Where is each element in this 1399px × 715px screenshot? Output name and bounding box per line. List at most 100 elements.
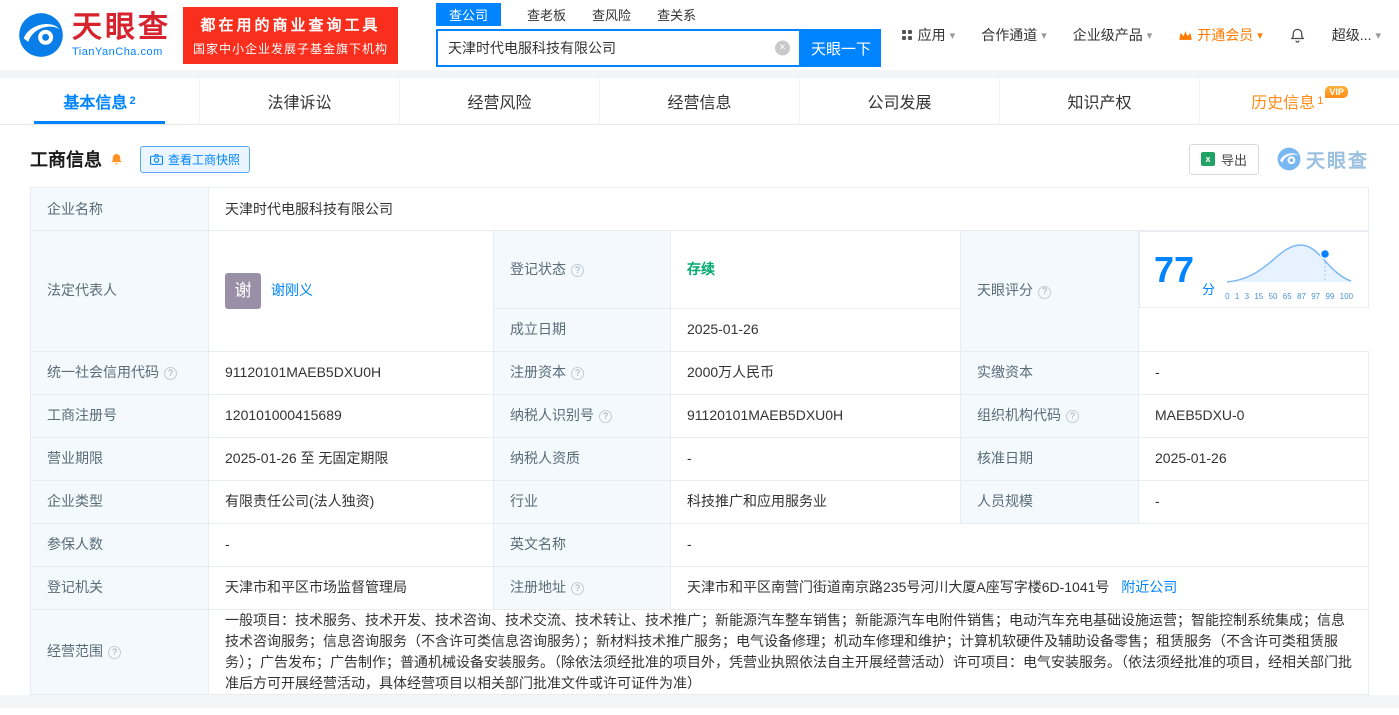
help-icon[interactable]: ? [571, 367, 584, 381]
search-tab-company[interactable]: 查公司 [436, 3, 502, 26]
cell-reg-status-label: 登记状态? [493, 230, 671, 309]
search-input[interactable] [438, 31, 800, 65]
score-axis: 01 3 15 50 65 87 97 99 100 [1225, 292, 1354, 301]
top-header: 天眼查 TianYanCha.com 都在用的商业查询工具 国家中小企业发展子基… [0, 0, 1399, 70]
search-tab-risk[interactable]: 查风险 [592, 5, 631, 24]
tab-intellectual-property[interactable]: 知识产权 [1000, 78, 1200, 124]
cell-reg-number-label: 工商注册号 [30, 393, 209, 438]
tab-label: 历史信息 [1251, 95, 1316, 112]
field-value: 科技推广和应用服务业 [687, 493, 827, 509]
field-label: 注册资本 [510, 364, 566, 380]
snapshot-button[interactable]: 查看工商快照 [140, 145, 251, 173]
cell-reg-capital-label: 注册资本? [493, 350, 671, 395]
field-label: 人员规模 [977, 493, 1033, 509]
cell-org-code-label: 组织机构代码? [960, 393, 1139, 438]
field-value: MAEB5DXU-0 [1155, 407, 1245, 423]
cell-reg-address-value: 天津市和平区南营门街道南京路235号河川大厦A座写字楼6D-1041号 附近公司 [670, 565, 1369, 610]
chevron-down-icon: ▾ [1041, 29, 1047, 42]
help-icon[interactable]: ? [571, 264, 584, 277]
help-icon[interactable]: ? [599, 410, 612, 424]
field-label: 经营范围 [47, 643, 103, 659]
export-button-label: 导出 [1220, 152, 1247, 168]
chevron-down-icon: ▾ [1375, 29, 1381, 42]
search-tab-boss[interactable]: 查老板 [527, 5, 566, 24]
tab-company-development[interactable]: 公司发展 [800, 78, 1000, 124]
watermark-logo-icon [1277, 147, 1301, 171]
cell-insured-count-value: - [208, 522, 494, 567]
cell-insured-count-label: 参保人数 [30, 522, 209, 567]
cell-taxpayer-id-label: 纳税人识别号? [493, 393, 671, 438]
section-head: 工商信息 查看工商快照 x 导出 天眼查 [30, 131, 1369, 187]
cell-business-term-value: 2025-01-26 至 无固定期限 [208, 436, 494, 481]
tianyancha-logo[interactable]: 天眼查 TianYanCha.com [18, 12, 171, 58]
vip-badge: VIP [1325, 86, 1348, 98]
nav-apps[interactable]: 应用 ▾ [901, 25, 955, 45]
search-tab-relation[interactable]: 查关系 [657, 5, 696, 24]
help-icon[interactable]: ? [108, 646, 121, 660]
header-divider [0, 70, 1399, 78]
tab-basic-info[interactable]: 基本信息 2 [0, 78, 200, 124]
clear-search-icon[interactable]: × [775, 40, 791, 56]
cell-taxpayer-quality-label: 纳税人资质 [493, 436, 671, 481]
field-label: 天眼评分 [977, 282, 1033, 299]
search-button[interactable]: 天眼一下 [801, 29, 882, 67]
tab-label: 经营信息 [667, 95, 732, 112]
cell-reg-number-value: 120101000415689 [208, 393, 494, 438]
field-label: 实缴资本 [977, 364, 1033, 380]
field-label: 法定代表人 [47, 282, 117, 299]
top-nav: 应用 ▾ 合作通道 ▾ 企业级产品 ▾ 开通会员 ▾ 超级... ▾ [901, 25, 1381, 45]
cell-reg-status-value: 存续 [670, 230, 961, 309]
tab-label: 基本信息 [63, 95, 128, 112]
subscribe-bell-icon[interactable] [109, 151, 124, 167]
tab-badge: 2 [129, 95, 136, 107]
promo-banner-line2: 国家中小企业发展子基金旗下机构 [193, 41, 389, 56]
tab-business-info[interactable]: 经营信息 [600, 78, 800, 124]
nav-enterprise-products[interactable]: 企业级产品 ▾ [1073, 25, 1153, 45]
legal-rep-link[interactable]: 谢刚义 [271, 280, 313, 301]
logo-text: 天眼查 [72, 10, 171, 44]
tab-history-info[interactable]: 历史信息 1 VIP [1200, 78, 1399, 124]
field-label: 营业期限 [47, 450, 103, 466]
nav-enterprise-label: 企业级产品 [1072, 27, 1143, 43]
field-label: 纳税人资质 [510, 450, 580, 466]
help-icon[interactable]: ? [164, 367, 177, 381]
field-value: - [1155, 493, 1160, 509]
cell-legal-rep-value: 谢 谢刚义 [208, 230, 494, 352]
cell-business-scope-label: 经营范围? [30, 608, 209, 695]
company-tabbar: 基本信息 2 法律诉讼 经营风险 经营信息 公司发展 知识产权 历史信息 1 V… [0, 78, 1399, 125]
help-icon[interactable]: ? [571, 582, 584, 596]
nearby-companies-link[interactable]: 附近公司 [1121, 579, 1177, 595]
legal-rep-avatar[interactable]: 谢 [225, 272, 261, 309]
nav-partnership-label: 合作通道 [981, 27, 1038, 43]
field-value: - [1155, 364, 1160, 380]
score-value: 77 [1154, 248, 1195, 290]
help-icon[interactable]: ? [1066, 410, 1079, 424]
export-button[interactable]: x 导出 [1188, 143, 1259, 175]
cell-taxpayer-quality-value: - [670, 436, 961, 481]
nav-apps-label: 应用 [917, 27, 946, 43]
nav-membership-label: 开通会员 [1197, 27, 1254, 43]
cell-company-type-label: 企业类型 [30, 479, 209, 524]
nav-partnership[interactable]: 合作通道 ▾ [981, 25, 1047, 45]
cell-credit-code-value: 91120101MAEB5DXU0H [208, 350, 494, 395]
score-curve-chart: 01 3 15 50 65 87 97 99 100 [1225, 236, 1353, 303]
field-label: 参保人数 [47, 536, 103, 552]
nav-notifications[interactable] [1289, 26, 1306, 44]
business-info-table: 企业名称 天津时代电服科技有限公司 法定代表人 谢 谢刚义 登记状态? 存续 天… [30, 187, 1369, 695]
tab-label: 经营风险 [467, 95, 532, 112]
field-value: 91120101MAEB5DXU0H [687, 407, 844, 423]
nav-super-vip[interactable]: 超级... ▾ [1332, 25, 1381, 45]
cell-industry-label: 行业 [493, 479, 671, 524]
tab-business-risk[interactable]: 经营风险 [400, 78, 600, 124]
field-value: - [687, 536, 692, 552]
cell-business-term-label: 营业期限 [30, 436, 209, 481]
main-content: 工商信息 查看工商快照 x 导出 天眼查 企业名称 天津时代电服科技有限公司 法… [0, 131, 1399, 695]
cell-establish-date-value: 2025-01-26 [670, 307, 961, 352]
nav-membership[interactable]: 开通会员 ▾ [1178, 25, 1263, 45]
help-icon[interactable]: ? [1038, 285, 1051, 299]
cell-paid-capital-value: - [1138, 350, 1369, 395]
cell-english-name-label: 英文名称 [493, 522, 671, 567]
field-value: 2000万人民币 [687, 364, 775, 380]
excel-icon: x [1200, 152, 1215, 166]
tab-legal-proceedings[interactable]: 法律诉讼 [200, 78, 400, 124]
